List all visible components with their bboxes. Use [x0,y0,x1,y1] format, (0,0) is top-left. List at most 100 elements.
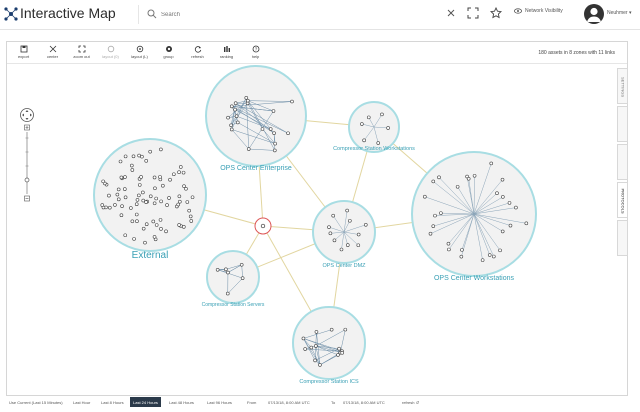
asset-node[interactable] [244,96,249,100]
asset-node[interactable] [182,225,186,229]
asset-node[interactable] [182,184,186,188]
asset-node[interactable] [158,175,162,179]
asset-node[interactable] [130,219,135,224]
zone-enterprise[interactable] [205,65,307,167]
asset-node[interactable] [246,98,250,103]
asset-node[interactable] [514,205,518,210]
asset-node[interactable] [135,198,140,202]
avatar[interactable] [584,4,604,24]
asset-node[interactable] [487,253,492,257]
tab-3[interactable] [617,144,628,180]
asset-node[interactable] [507,201,512,205]
zoom-control[interactable] [18,108,36,208]
asset-node[interactable] [116,197,121,202]
asset-node[interactable] [118,159,123,164]
asset-node[interactable] [152,175,157,180]
asset-node[interactable] [318,363,322,367]
range-last-96-hours[interactable]: Last 96 Hours [204,397,235,407]
asset-node[interactable] [158,218,163,222]
asset-node[interactable] [108,205,112,210]
zoom-slider-handle[interactable] [24,177,30,183]
asset-node[interactable] [189,219,194,223]
asset-node[interactable] [172,172,176,177]
to-date-field[interactable]: 07/13/18, 8:00 AM UTC [343,400,385,405]
asset-node[interactable] [235,120,240,125]
asset-node[interactable] [460,248,464,252]
asset-node[interactable] [123,233,128,238]
tab-5[interactable] [617,220,628,256]
asset-node[interactable] [159,227,163,231]
asset-node[interactable] [177,223,181,227]
refresh-button[interactable]: refresh [184,44,211,62]
asset-node[interactable] [130,168,135,172]
asset-node[interactable] [190,195,195,200]
tab-protocols[interactable]: PROTOCOLS [617,182,628,218]
asset-node[interactable] [143,240,147,245]
zone-label-ocw[interactable]: OPS Center Workstations [434,275,515,282]
asset-node[interactable] [116,187,121,192]
asset-node[interactable] [115,192,120,197]
zone-label-csw[interactable]: Compressor Station Workstations [333,146,415,152]
asset-node[interactable] [141,226,146,231]
asset-node[interactable] [161,183,165,188]
asset-node[interactable] [328,231,333,236]
center-button[interactable]: center [39,44,66,62]
asset-node[interactable] [260,127,265,131]
asset-node[interactable] [314,344,318,348]
asset-node[interactable] [428,231,433,236]
asset-node[interactable] [215,267,220,272]
refresh-time-button[interactable]: refresh ↺ [402,400,419,405]
asset-node[interactable] [225,291,230,296]
layout-l-button[interactable]: layout (L) [126,44,153,62]
asset-node[interactable] [498,248,502,253]
zone-css[interactable] [206,250,260,304]
asset-node[interactable] [185,200,190,204]
asset-node[interactable] [366,115,371,120]
asset-node[interactable] [480,258,485,262]
tab-2[interactable] [617,106,628,142]
asset-node[interactable] [345,243,350,247]
asset-node[interactable] [268,127,273,131]
range-current[interactable]: Use Current (Last 15 Minutes) [6,397,66,407]
asset-node[interactable] [331,213,335,218]
asset-node[interactable] [240,276,245,280]
asset-node[interactable] [343,327,348,332]
asset-node[interactable] [123,175,127,179]
asset-node[interactable] [153,186,157,191]
asset-node[interactable] [113,203,117,207]
asset-node[interactable] [380,112,384,117]
asset-node[interactable] [226,270,230,275]
asset-node[interactable] [229,123,233,128]
asset-node[interactable] [271,109,276,113]
asset-node[interactable] [362,138,366,143]
zone-ics[interactable] [292,306,366,380]
asset-node[interactable] [159,147,163,152]
asset-node[interactable] [348,218,352,223]
search-bar[interactable] [138,5,463,24]
asset-node[interactable] [356,232,361,237]
asset-node[interactable] [148,149,152,154]
asset-node[interactable] [423,194,427,199]
asset-node[interactable] [168,177,172,182]
asset-node[interactable] [386,126,390,130]
hub-node[interactable] [254,217,272,235]
asset-node[interactable] [120,204,124,208]
asset-node[interactable] [431,224,436,228]
asset-node[interactable] [129,206,133,210]
asset-node[interactable] [187,208,191,213]
zone-dmz[interactable] [312,200,376,264]
asset-node[interactable] [303,347,307,351]
asset-node[interactable] [234,114,239,118]
user-menu[interactable]: Neuhmer ▾ [607,10,631,16]
search-input[interactable] [161,7,441,22]
asset-node[interactable] [123,154,128,159]
group-button[interactable]: group [155,44,182,62]
asset-node[interactable] [500,177,505,182]
asset-node[interactable] [144,200,148,204]
asset-node[interactable] [177,170,181,174]
asset-node[interactable] [345,208,349,213]
zone-label-css[interactable]: Compressor Station Servers [202,302,265,308]
asset-node[interactable] [135,219,139,224]
asset-node[interactable] [144,159,149,163]
range-last-48-hours[interactable]: Last 48 Hours [166,397,197,407]
